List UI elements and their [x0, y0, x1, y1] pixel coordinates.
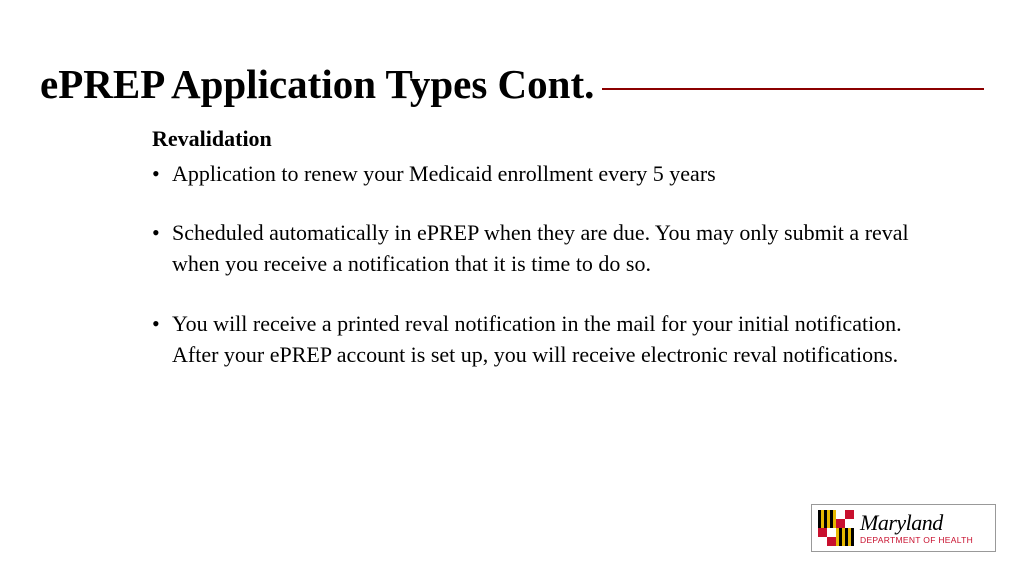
logo-main-text: Maryland	[860, 512, 973, 534]
slide-title: ePREP Application Types Cont.	[40, 60, 594, 108]
maryland-health-logo: Maryland DEPARTMENT OF HEALTH	[811, 504, 996, 552]
list-item: Application to renew your Medicaid enrol…	[152, 158, 924, 189]
logo-text: Maryland DEPARTMENT OF HEALTH	[860, 512, 973, 545]
section-subtitle: Revalidation	[152, 126, 924, 152]
title-row: ePREP Application Types Cont.	[40, 60, 984, 108]
title-divider-line	[602, 88, 984, 90]
list-item: You will receive a printed reval notific…	[152, 308, 924, 370]
content-area: Revalidation Application to renew your M…	[40, 126, 984, 370]
slide: ePREP Application Types Cont. Revalidati…	[0, 0, 1024, 576]
bullet-list: Application to renew your Medicaid enrol…	[152, 158, 924, 370]
list-item: Scheduled automatically in ePREP when th…	[152, 217, 924, 279]
maryland-flag-icon	[818, 510, 854, 546]
logo-sub-text: DEPARTMENT OF HEALTH	[860, 536, 973, 545]
